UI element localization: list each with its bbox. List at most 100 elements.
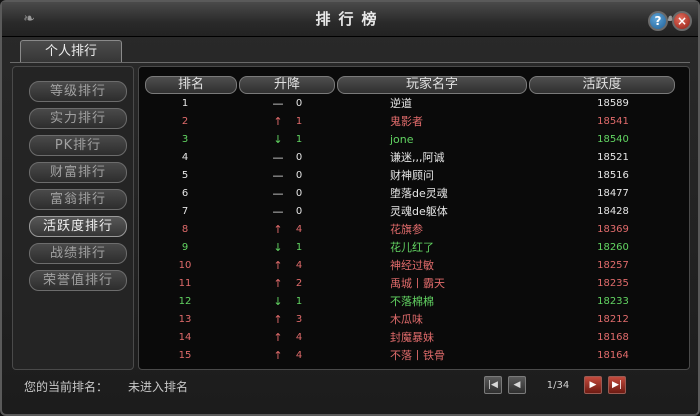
trend-arrow-icon: — bbox=[272, 151, 284, 164]
rank-cell: 4 bbox=[181, 152, 189, 163]
table-row[interactable]: 4 — 0 谦迷,,,阿诚 18521 bbox=[139, 149, 689, 167]
trend-arrow-icon: ↓ bbox=[273, 241, 283, 254]
player-name-cell: 不落棉棉 bbox=[390, 295, 434, 308]
header-player-name[interactable]: 玩家名字 bbox=[337, 76, 527, 94]
player-name-cell: 花旗参 bbox=[390, 223, 423, 236]
window-title: 排行榜 bbox=[315, 10, 385, 28]
rank-cell: 13 bbox=[178, 314, 192, 325]
tab-personal-ranking[interactable]: 个人排行 bbox=[20, 40, 122, 62]
current-rank-value: 未进入排名 bbox=[128, 380, 189, 394]
trend-arrow-icon: ↑ bbox=[273, 277, 283, 290]
change-cell: 1 bbox=[295, 296, 303, 307]
player-name-cell: 堕落de灵魂 bbox=[390, 187, 448, 200]
table-row[interactable]: 9 ↓ 1 花儿红了 18260 bbox=[139, 239, 689, 257]
trend-arrow-icon: ↑ bbox=[273, 331, 283, 344]
table-row[interactable]: 1 — 0 逆道 18589 bbox=[139, 95, 689, 113]
category-pk-ranking-button[interactable]: PK排行 bbox=[29, 135, 127, 156]
activity-cell: 18477 bbox=[597, 188, 629, 199]
category-rich-ranking-button[interactable]: 富翁排行 bbox=[29, 189, 127, 210]
rank-cell: 11 bbox=[178, 278, 192, 289]
category-honor-ranking-button[interactable]: 荣誉值排行 bbox=[29, 270, 127, 291]
change-cell: 0 bbox=[295, 170, 303, 181]
trend-arrow-icon: — bbox=[272, 205, 284, 218]
change-cell: 0 bbox=[295, 98, 303, 109]
category-panel: 等级排行 实力排行 PK排行 财富排行 富翁排行 活跃度排行 战绩排行 荣誉值排… bbox=[12, 66, 134, 370]
rank-cell: 5 bbox=[181, 170, 189, 181]
prev-page-button[interactable]: ◀ bbox=[508, 376, 526, 394]
player-name-cell: 木瓜味 bbox=[390, 313, 423, 326]
ranking-table: 排名 升降 玩家名字 活跃度 1 — 0 逆道 18589 2 ↑ 1 鬼影者 1 8 5 4 1 3 ↓ 1 j… bbox=[138, 66, 690, 370]
header-rank[interactable]: 排名 bbox=[145, 76, 237, 94]
change-cell: 4 bbox=[295, 332, 303, 343]
table-row[interactable]: 2 ↑ 1 鬼影者 18541 bbox=[139, 113, 689, 131]
prev-page-icon: ◀ bbox=[513, 380, 521, 390]
change-cell: 0 bbox=[295, 152, 303, 163]
activity-cell: 18168 bbox=[597, 332, 629, 343]
page-indicator: 1/34 bbox=[546, 380, 570, 391]
category-battle-ranking-button[interactable]: 战绩排行 bbox=[29, 243, 127, 264]
close-icon: × bbox=[676, 14, 688, 28]
change-cell: 1 bbox=[295, 242, 303, 253]
header-activity[interactable]: 活跃度 bbox=[529, 76, 675, 94]
activity-cell: 18235 bbox=[597, 278, 629, 289]
trend-arrow-icon: ↑ bbox=[273, 223, 283, 236]
activity-cell: 18540 bbox=[597, 134, 629, 145]
player-name-cell: 灵魂de躯体 bbox=[390, 205, 448, 218]
activity-cell: 18516 bbox=[597, 170, 629, 181]
help-button[interactable]: ? bbox=[648, 11, 668, 31]
category-wealth-ranking-button[interactable]: 财富排行 bbox=[29, 162, 127, 183]
trend-arrow-icon: — bbox=[272, 97, 284, 110]
rank-cell: 7 bbox=[181, 206, 189, 217]
rank-cell: 6 bbox=[181, 188, 189, 199]
next-page-icon: ▶ bbox=[589, 380, 597, 390]
table-row[interactable]: 12 ↓ 1 不落棉棉 18233 bbox=[139, 293, 689, 311]
tab-bar: 个人排行 bbox=[10, 38, 690, 63]
last-page-button[interactable]: ▶| bbox=[608, 376, 626, 394]
trend-arrow-icon: ↑ bbox=[273, 259, 283, 272]
player-name-cell: 鬼影者 bbox=[390, 115, 423, 128]
last-page-icon: ▶| bbox=[612, 380, 622, 390]
category-strength-ranking-button[interactable]: 实力排行 bbox=[29, 108, 127, 129]
player-name-cell: 禹城丨霸天 bbox=[390, 277, 445, 290]
title-bar[interactable]: ❧ ☙ 排行榜 ? × bbox=[2, 2, 698, 37]
table-row[interactable]: 10 ↑ 4 神经过敏 18257 bbox=[139, 257, 689, 275]
activity-cell: 18212 bbox=[597, 314, 629, 325]
activity-cell: 18589 bbox=[597, 98, 629, 109]
player-name-cell: 封魔暴妹 bbox=[390, 331, 434, 344]
table-row[interactable]: 13 ↑ 3 木瓜味 18212 bbox=[139, 311, 689, 329]
activity-cell: 18369 bbox=[597, 224, 629, 235]
table-row[interactable]: 3 ↓ 1 jone 18540 bbox=[139, 131, 689, 149]
trend-arrow-icon: ↑ bbox=[273, 115, 283, 128]
rank-cell: 8 bbox=[181, 224, 189, 235]
player-name-cell: 逆道 bbox=[390, 97, 412, 110]
player-name-cell: 花儿红了 bbox=[390, 241, 434, 254]
table-row[interactable]: 8 ↑ 4 花旗参 18369 bbox=[139, 221, 689, 239]
activity-cell: 18257 bbox=[597, 260, 629, 271]
table-row[interactable]: 14 ↑ 4 封魔暴妹 18168 bbox=[139, 329, 689, 347]
change-cell: 0 bbox=[295, 188, 303, 199]
table-row[interactable]: 11 ↑ 2 禹城丨霸天 18235 bbox=[139, 275, 689, 293]
category-level-ranking-button[interactable]: 等级排行 bbox=[29, 81, 127, 102]
change-cell: 2 bbox=[295, 278, 303, 289]
first-page-button[interactable]: |◀ bbox=[484, 376, 502, 394]
table-row[interactable]: 5 — 0 财神顾问 18516 bbox=[139, 167, 689, 185]
table-row[interactable]: 15 ↑ 4 不落丨铁骨 18164 bbox=[139, 347, 689, 365]
header-change[interactable]: 升降 bbox=[239, 76, 335, 94]
close-button[interactable]: × bbox=[672, 11, 692, 31]
player-name-cell: 财神顾问 bbox=[390, 169, 434, 182]
trend-arrow-icon: ↓ bbox=[273, 133, 283, 146]
trend-arrow-icon: — bbox=[272, 169, 284, 182]
player-name-cell: jone bbox=[390, 133, 414, 146]
trend-arrow-icon: ↑ bbox=[273, 349, 283, 362]
change-cell: 1 bbox=[295, 116, 303, 127]
next-page-button[interactable]: ▶ bbox=[584, 376, 602, 394]
table-row[interactable]: 7 — 0 灵魂de躯体 18428 bbox=[139, 203, 689, 221]
category-activity-ranking-button[interactable]: 活跃度排行 bbox=[29, 216, 127, 237]
activity-cell: 18521 bbox=[597, 152, 629, 163]
activity-cell: 18233 bbox=[597, 296, 629, 307]
rank-cell: 1 bbox=[181, 98, 189, 109]
change-cell: 4 bbox=[295, 260, 303, 271]
change-cell: 0 bbox=[295, 206, 303, 217]
help-icon: ? bbox=[654, 14, 662, 28]
table-row[interactable]: 6 — 0 堕落de灵魂 18477 bbox=[139, 185, 689, 203]
